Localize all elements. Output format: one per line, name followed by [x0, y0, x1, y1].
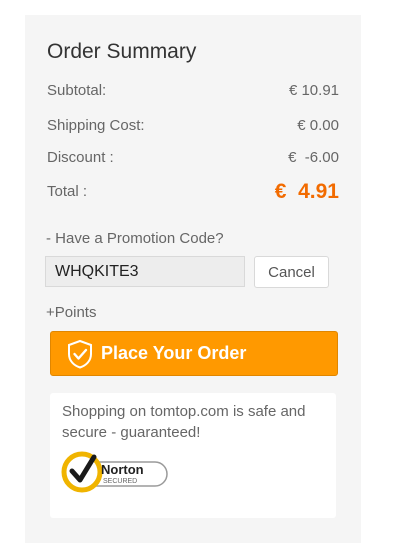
norton-secured-logo: Norton SECURED	[61, 450, 171, 500]
promotion-code-input[interactable]	[45, 256, 245, 287]
cancel-promo-button[interactable]: Cancel	[254, 256, 329, 288]
shipping-cost-value: € 0.00	[297, 117, 339, 134]
subtotal-label: Subtotal:	[47, 82, 107, 99]
norton-brand-text: Norton	[101, 462, 144, 477]
place-order-button[interactable]: Place Your Order	[50, 331, 338, 376]
place-order-label: Place Your Order	[101, 343, 247, 363]
total-label: Total :	[47, 183, 88, 200]
shield-check-icon	[66, 339, 94, 374]
shipping-cost-label: Shipping Cost:	[47, 117, 145, 134]
security-notice: Shopping on tomtop.com is safe and secur…	[50, 393, 336, 518]
discount-value: € -6.00	[288, 149, 339, 166]
norton-secured-text: SECURED	[103, 478, 137, 485]
promotion-code-link[interactable]: - Have a Promotion Code?	[46, 230, 224, 247]
order-summary-panel: Order Summary Subtotal: € 10.91 Shipping…	[25, 15, 361, 543]
security-message: Shopping on tomtop.com is safe and secur…	[62, 403, 306, 441]
total-value: € 4.91	[274, 180, 339, 203]
discount-label: Discount :	[47, 149, 114, 166]
order-summary-title: Order Summary	[47, 40, 197, 63]
subtotal-value: € 10.91	[288, 82, 339, 99]
points-link[interactable]: +Points	[46, 304, 96, 321]
